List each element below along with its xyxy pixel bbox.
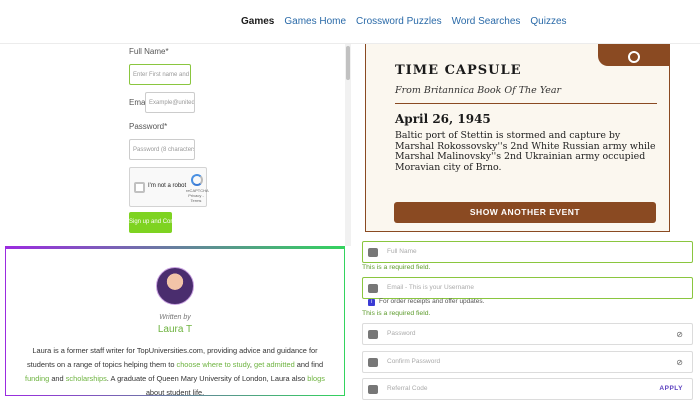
divider bbox=[395, 103, 657, 104]
bio-link-funding[interactable]: funding bbox=[25, 374, 49, 383]
recaptcha-terms[interactable]: Privacy - Terms bbox=[188, 193, 204, 203]
apply-button[interactable]: APPLY bbox=[659, 385, 683, 392]
time-capsule-title: TIME CAPSULE bbox=[395, 63, 522, 78]
full-name-field[interactable]: Full Name bbox=[362, 241, 693, 263]
full-name-placeholder: Full Name bbox=[387, 248, 417, 255]
password-field[interactable]: Password ⊘ bbox=[362, 323, 693, 345]
confirm-password-field[interactable]: Confirm Password ⊘ bbox=[362, 351, 693, 373]
password-label: Password* bbox=[129, 122, 168, 131]
recaptcha-widget: I'm not a robot reCAPTCHA Privacy - Terms bbox=[129, 167, 209, 207]
info-icon: i bbox=[368, 299, 375, 306]
full-name-error: This is a required field. bbox=[362, 264, 431, 271]
email-info: i For order receipts and offer updates. bbox=[368, 298, 484, 306]
email-info-text: For order receipts and offer updates. bbox=[379, 298, 485, 305]
envelope-icon bbox=[368, 284, 378, 293]
referral-code-field[interactable]: Referral Code APPLY bbox=[362, 378, 693, 400]
signup-submit-button[interactable]: Sign up and Continue bbox=[129, 212, 172, 233]
bio-link-scholarships[interactable]: scholarships bbox=[66, 374, 107, 383]
bio-link-choose-where-to-study[interactable]: choose where to study bbox=[177, 360, 250, 369]
author-bio: Laura is a former staff writer for TopUn… bbox=[20, 344, 330, 400]
lock-icon bbox=[368, 358, 378, 367]
show-another-event-button[interactable]: SHOW ANOTHER EVENT bbox=[394, 202, 656, 223]
email-error: This is a required field. bbox=[362, 310, 431, 317]
email-input[interactable]: Example@unitedkg.com bbox=[145, 92, 195, 113]
scrollbar-thumb[interactable] bbox=[346, 46, 350, 80]
written-by-label: Written by bbox=[159, 314, 191, 321]
recaptcha-checkbox[interactable] bbox=[134, 182, 145, 193]
nav-item-games[interactable]: Games bbox=[241, 16, 274, 27]
id-card-icon bbox=[368, 248, 378, 257]
confirm-password-placeholder: Confirm Password bbox=[387, 358, 441, 365]
nav-item-quizzes[interactable]: Quizzes bbox=[530, 16, 566, 27]
time-capsule-subtitle: From Britannica Book Of The Year bbox=[395, 85, 562, 96]
full-name-label: Full Name* bbox=[129, 47, 169, 56]
nav-item-crossword-puzzles[interactable]: Crossword Puzzles bbox=[356, 16, 442, 27]
author-name[interactable]: Laura T bbox=[0, 324, 350, 335]
password-placeholder: Password bbox=[387, 330, 416, 337]
full-name-input[interactable]: Enter First name and Last Name bbox=[129, 64, 191, 85]
password-input[interactable]: Password (8 characters minimum) bbox=[129, 139, 195, 160]
time-capsule-date: April 26, 1945 bbox=[395, 112, 491, 126]
nav-item-word-searches[interactable]: Word Searches bbox=[452, 16, 521, 27]
author-avatar bbox=[156, 267, 194, 305]
email-placeholder: Email - This is your Username bbox=[387, 284, 474, 291]
top-nav: Games Games Home Crossword Puzzles Word … bbox=[0, 0, 700, 44]
lock-icon bbox=[368, 330, 378, 339]
bio-link-blogs[interactable]: blogs bbox=[307, 374, 325, 383]
email-username-field[interactable]: Email - This is your Username bbox=[362, 277, 693, 299]
bio-text: and bbox=[49, 374, 66, 383]
eye-slash-icon[interactable]: ⊘ bbox=[676, 358, 683, 367]
nav-list: Games Games Home Crossword Puzzles Word … bbox=[241, 16, 567, 27]
bio-text: . A graduate of Queen Mary University of… bbox=[106, 374, 308, 383]
users-icon bbox=[368, 385, 378, 394]
bio-link-get-admitted[interactable]: get admitted bbox=[254, 360, 295, 369]
nav-item-games-home[interactable]: Games Home bbox=[284, 16, 346, 27]
clock-icon bbox=[628, 51, 640, 63]
left-scrollbar[interactable] bbox=[345, 44, 351, 246]
recaptcha-logo-icon bbox=[191, 174, 203, 186]
time-capsule-event: Baltic port of Stettin is stormed and ca… bbox=[395, 130, 656, 173]
referral-placeholder: Referral Code bbox=[387, 385, 428, 392]
recaptcha-label: I'm not a robot bbox=[148, 183, 187, 189]
bio-text: about student life. bbox=[145, 388, 205, 397]
recaptcha-brand: reCAPTCHA Privacy - Terms bbox=[186, 188, 209, 203]
page: Games Games Home Crossword Puzzles Word … bbox=[0, 0, 700, 400]
eye-slash-icon[interactable]: ⊘ bbox=[676, 330, 683, 339]
bio-text: and find bbox=[294, 360, 324, 369]
